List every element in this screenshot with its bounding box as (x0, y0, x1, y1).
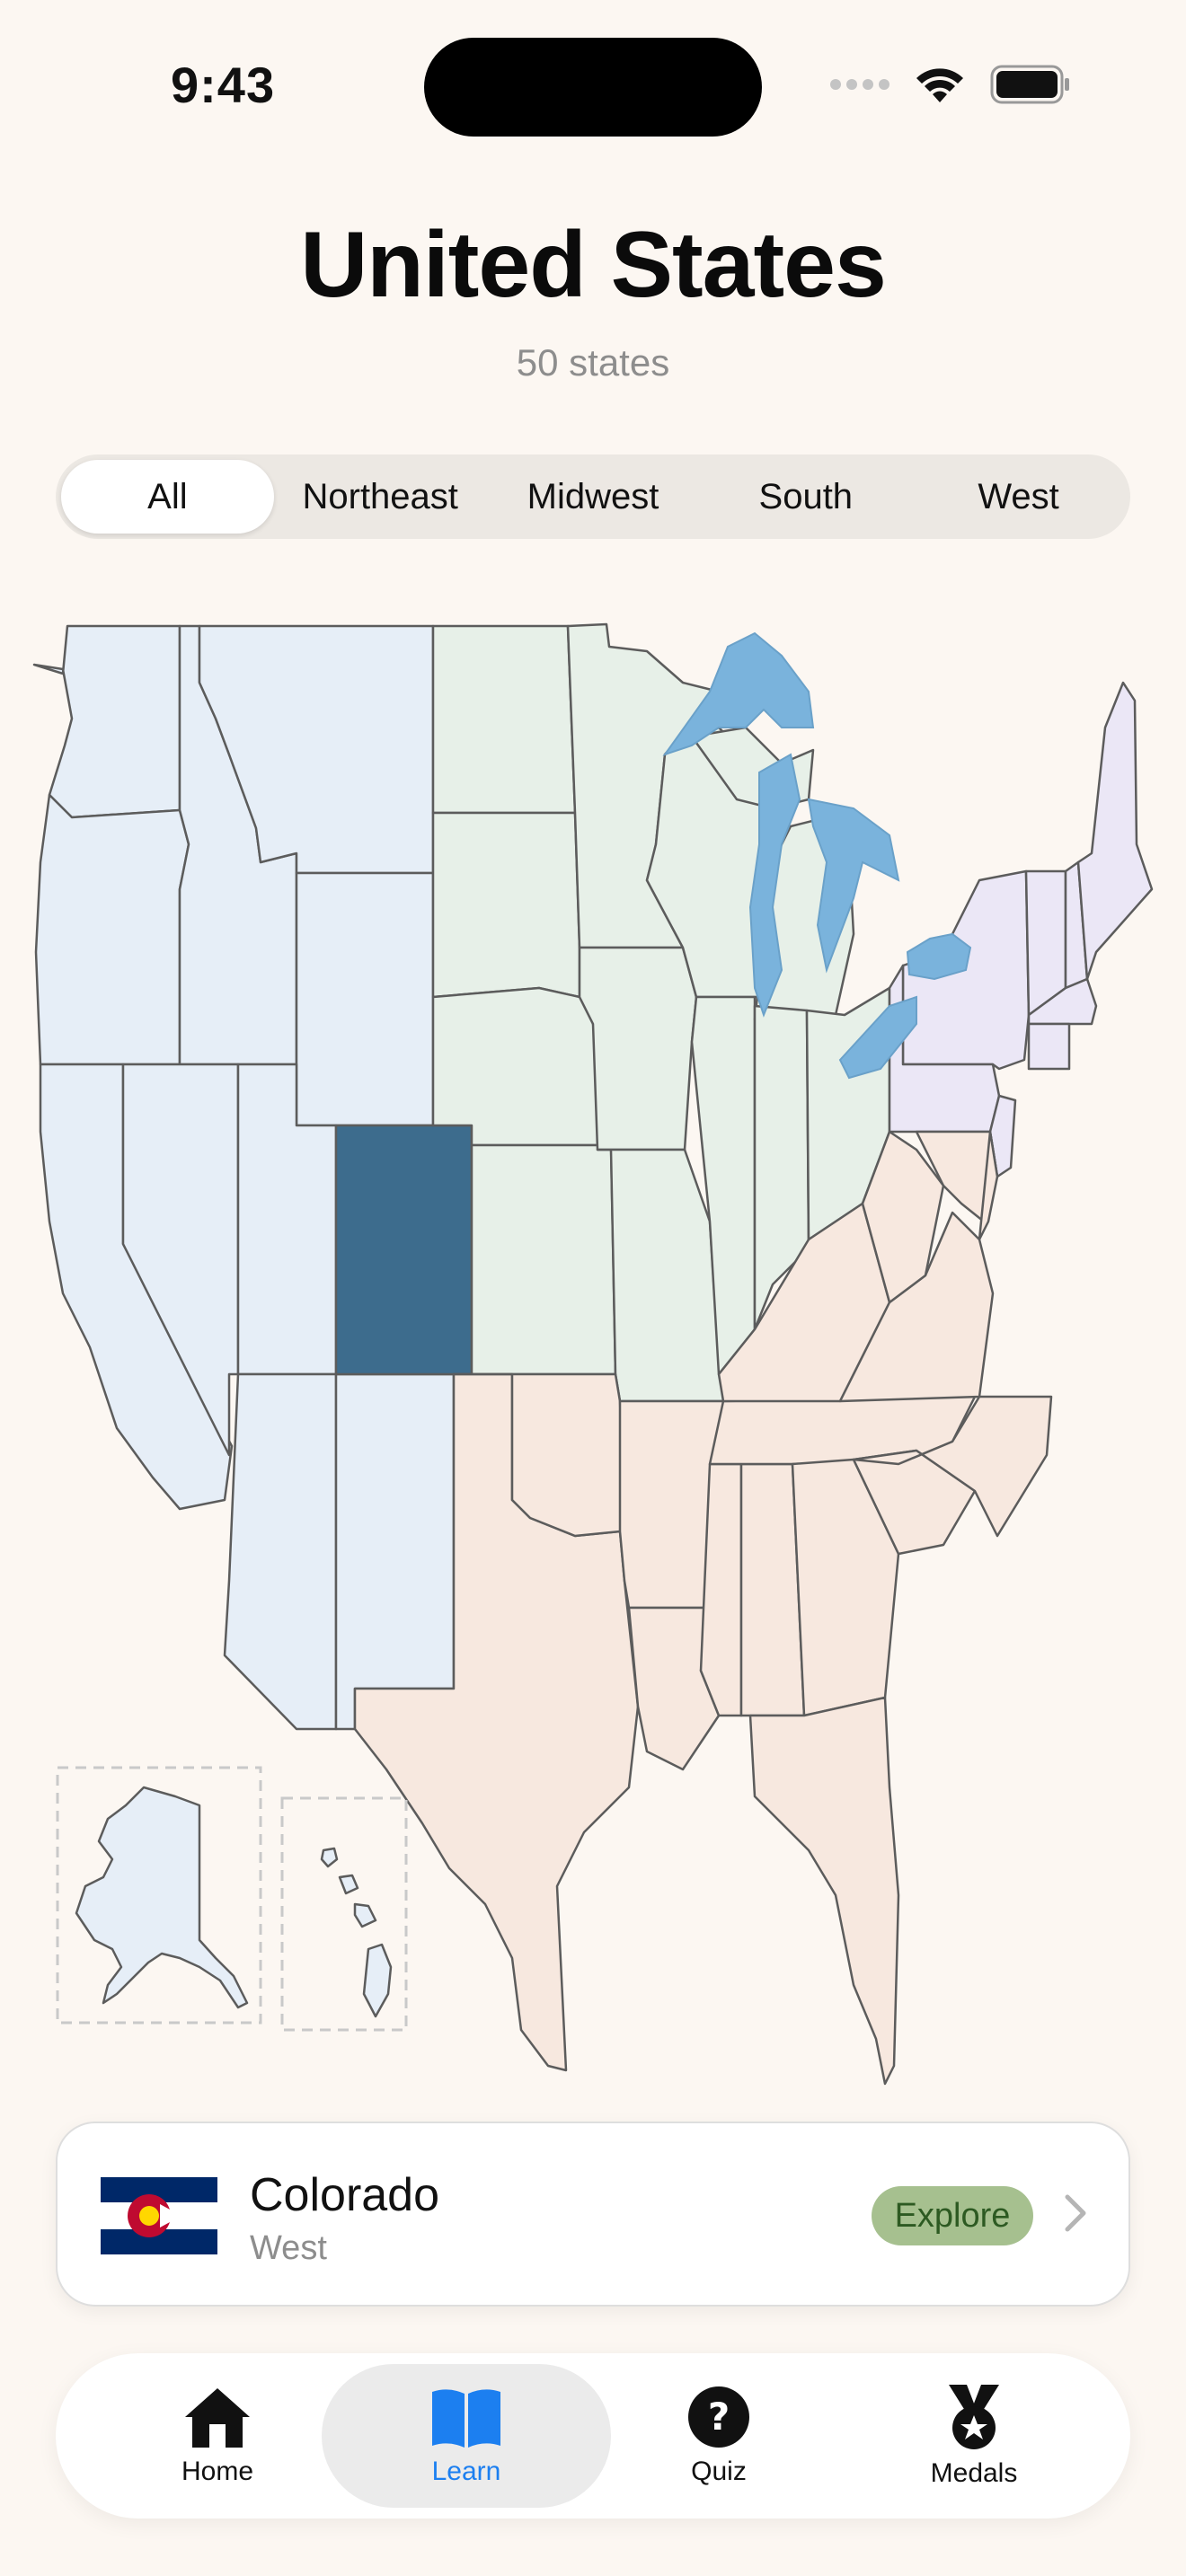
battery-icon (990, 65, 1069, 104)
question-circle-icon: ? (688, 2386, 749, 2448)
region-tab-all[interactable]: All (61, 460, 274, 534)
selected-state-card[interactable]: Colorado West Explore (56, 2122, 1130, 2307)
hawaii-island-oahu (338, 1874, 359, 1895)
state-nebraska[interactable] (431, 986, 613, 1147)
tab-quiz[interactable]: ? Quiz (656, 2353, 782, 2519)
state-kansas[interactable] (470, 1143, 617, 1376)
wifi-icon (916, 68, 963, 102)
state-iowa[interactable] (578, 946, 698, 1151)
tab-bar: Home Learn ? Quiz Medals (56, 2353, 1130, 2519)
region-tab-west[interactable]: West (912, 460, 1125, 534)
screen: 9:43 United States 50 states All Northea… (0, 0, 1186, 2576)
state-washington[interactable] (32, 624, 181, 819)
colorado-flag-icon (101, 2177, 217, 2254)
tab-label-quiz: Quiz (691, 2457, 747, 2486)
state-alaska[interactable] (75, 1786, 249, 2009)
explore-button[interactable]: Explore (872, 2186, 1033, 2245)
book-icon (432, 2389, 500, 2448)
hawaii-island-maui (353, 1902, 377, 1928)
medal-icon (949, 2385, 999, 2449)
state-missouri[interactable] (596, 1148, 725, 1403)
region-tab-south[interactable]: South (699, 460, 912, 534)
state-wyoming[interactable] (295, 871, 435, 1127)
state-south-dakota[interactable] (431, 811, 581, 999)
state-colorado[interactable] (334, 1124, 474, 1376)
status-indicators (828, 65, 1071, 104)
state-count: 50 states (516, 341, 670, 384)
chevron-right-icon[interactable] (1064, 2193, 1087, 2233)
tab-label-home: Home (181, 2457, 254, 2486)
svg-text:?: ? (708, 2395, 730, 2439)
house-icon (185, 2388, 250, 2448)
tab-learn[interactable]: Learn (403, 2353, 529, 2519)
region-filter: All Northeast Midwest South West (56, 454, 1130, 539)
dynamic-island (424, 38, 762, 137)
region-tab-northeast[interactable]: Northeast (274, 460, 487, 534)
hawaii-island-kauai (320, 1847, 339, 1868)
us-map (0, 593, 1186, 2120)
status-time: 9:43 (171, 57, 276, 113)
state-region: West (250, 2229, 327, 2267)
cellular-signal-icon (830, 79, 890, 90)
tab-home[interactable]: Home (155, 2353, 280, 2519)
state-oregon[interactable] (34, 793, 190, 1066)
state-connecticut[interactable] (1027, 1022, 1071, 1071)
tab-label-learn: Learn (431, 2457, 501, 2486)
state-arizona[interactable] (223, 1372, 338, 1731)
state-maine[interactable] (1076, 681, 1154, 981)
state-name: Colorado (250, 2169, 440, 2221)
region-tab-midwest[interactable]: Midwest (487, 460, 700, 534)
page-title: United States (300, 213, 887, 317)
lake-ontario (906, 932, 972, 981)
state-hawaii[interactable] (362, 1943, 393, 2018)
state-florida[interactable] (748, 1696, 900, 2086)
state-north-dakota[interactable] (431, 624, 577, 815)
tab-medals[interactable]: Medals (911, 2353, 1037, 2519)
tab-label-medals: Medals (930, 2458, 1018, 2488)
state-new-mexico[interactable] (334, 1372, 456, 1731)
